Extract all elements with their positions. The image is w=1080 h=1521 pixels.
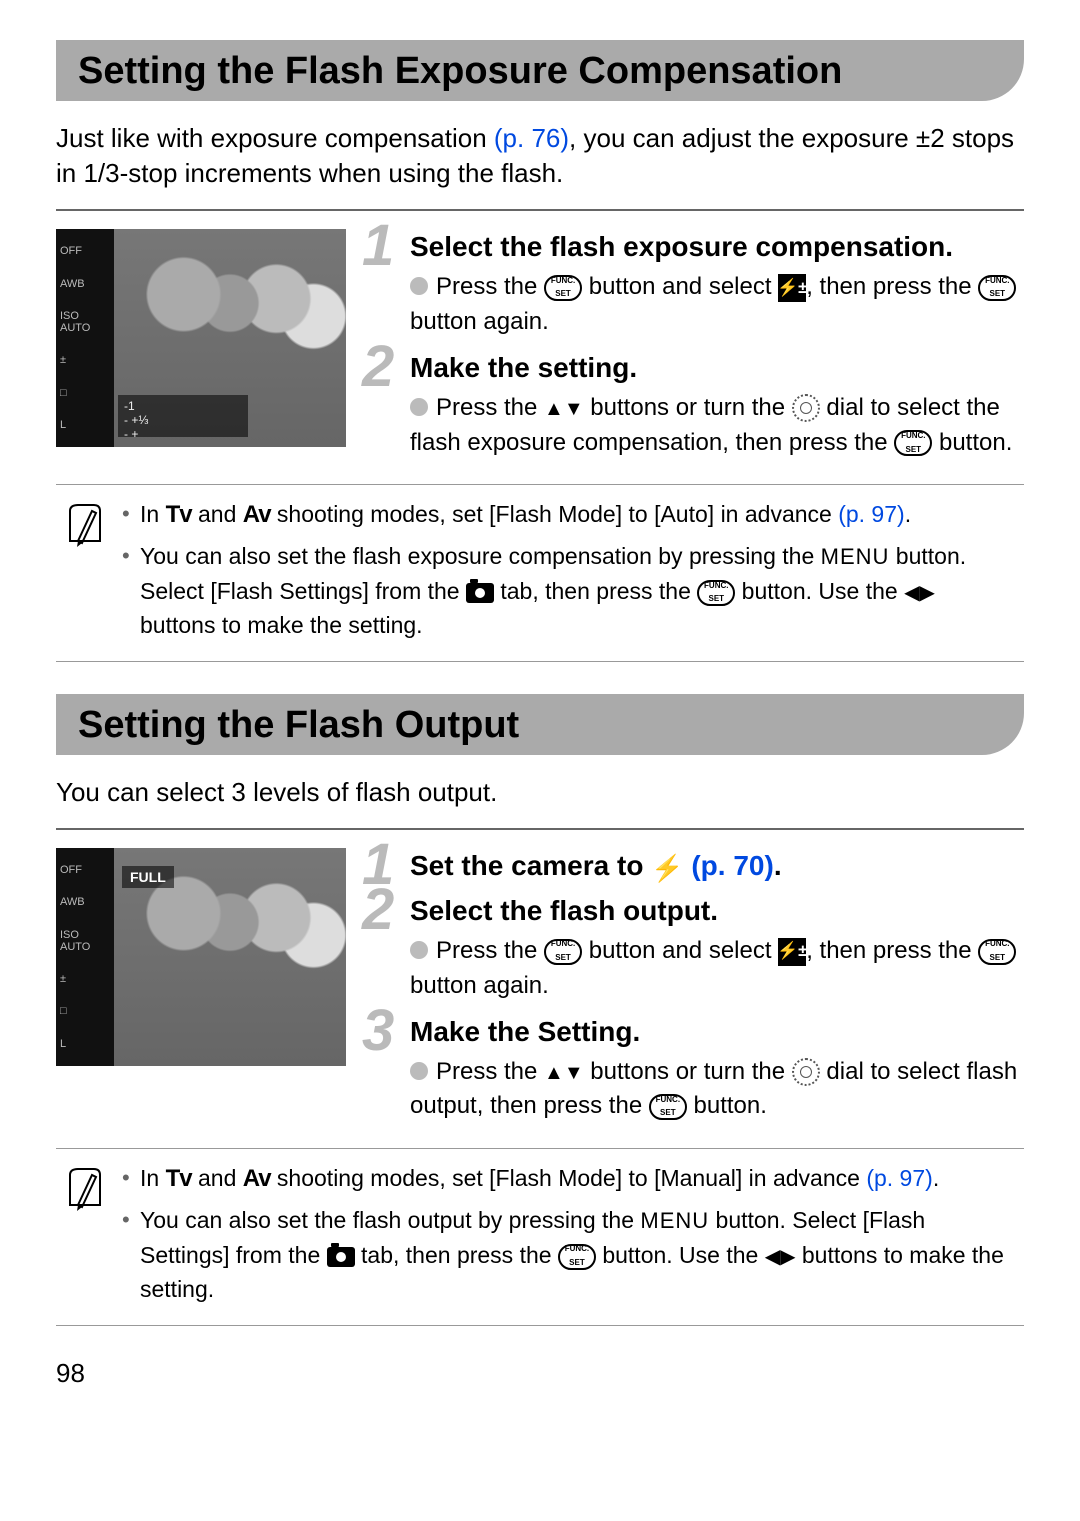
menu-button-text: MENU — [640, 1208, 709, 1233]
page-number: 98 — [56, 1358, 1024, 1389]
flash-icon: ⚡ — [651, 852, 683, 885]
thumb-ev-scale: -1 - +⅓ - + — [118, 395, 248, 437]
bullet-icon — [410, 398, 428, 416]
page-ref-97[interactable]: (p. 97) — [866, 1165, 932, 1191]
section-header-flash-output: Setting the Flash Output — [56, 694, 1024, 755]
step-2-title: Make the setting. — [410, 350, 1024, 385]
page-ref-76[interactable]: (p. 76) — [494, 123, 569, 153]
steps-column: 1 Select the flash exposure compensation… — [368, 229, 1024, 470]
bullet-icon — [410, 941, 428, 959]
note-pencil-icon — [64, 501, 112, 554]
bullet-icon — [410, 1062, 428, 1080]
func-set-icon: FUNC.SET — [697, 580, 735, 606]
func-set-icon: FUNC.SET — [978, 275, 1016, 301]
func-set-icon: FUNC.SET — [894, 430, 932, 456]
step-1: 1 Set the camera to ⚡ (p. 70). — [368, 848, 1024, 883]
intro-text-2: You can select 3 levels of flash output. — [56, 775, 1024, 810]
step-block-2: OFF AWB ISO AUTO ± □ L FULL 1 Set the ca… — [56, 848, 1024, 1134]
steps-column: 1 Set the camera to ⚡ (p. 70). 2 Select … — [368, 848, 1024, 1134]
step-2-body: Press the buttons or turn the dial to se… — [410, 391, 1024, 461]
flash-ev-icon: ⚡± — [778, 274, 806, 302]
up-down-arrows-icon — [544, 394, 584, 421]
manual-page: Setting the Flash Exposure Compensation … — [0, 0, 1080, 1419]
note-item: You can also set the flash exposure comp… — [122, 539, 1016, 643]
page-ref-70[interactable]: (p. 70) — [691, 850, 773, 881]
step-number-1: 1 — [362, 217, 394, 275]
func-set-icon: FUNC.SET — [649, 1094, 687, 1120]
note-item: In Tv and Av shooting modes, set [Flash … — [122, 1161, 1016, 1197]
up-down-arrows-icon — [544, 1058, 584, 1085]
left-right-arrows-icon — [765, 1242, 796, 1268]
func-set-icon: FUNC.SET — [544, 939, 582, 965]
example-image-flash-output: OFF AWB ISO AUTO ± □ L FULL — [56, 848, 346, 1066]
thumb-sidebar: OFF AWB ISO AUTO ± □ L — [56, 848, 114, 1066]
step-2-title: Select the flash output. — [410, 893, 1024, 928]
step-3: 3 Make the Setting. Press the buttons or… — [368, 1014, 1024, 1125]
av-mode-icon: Av — [243, 1165, 271, 1192]
func-set-icon: FUNC.SET — [978, 939, 1016, 965]
note-box-1: In Tv and Av shooting modes, set [Flash … — [56, 484, 1024, 662]
step-1-title: Set the camera to ⚡ (p. 70). — [410, 848, 1024, 883]
thumb-full-label: FULL — [122, 866, 174, 888]
func-set-icon: FUNC.SET — [544, 275, 582, 301]
step-number-3: 3 — [362, 1002, 394, 1060]
intro-text-1: Just like with exposure compensation (p.… — [56, 121, 1024, 191]
example-image-flash-ev: OFF AWB ISO AUTO ± □ L -1 - +⅓ - + — [56, 229, 346, 447]
divider — [56, 209, 1024, 211]
bullet-icon — [410, 277, 428, 295]
step-3-title: Make the Setting. — [410, 1014, 1024, 1049]
step-number-2: 2 — [362, 881, 394, 939]
step-1-title: Select the flash exposure compensation. — [410, 229, 1024, 264]
menu-button-text: MENU — [821, 544, 890, 569]
note-pencil-icon — [64, 1165, 112, 1218]
control-dial-icon — [792, 394, 820, 422]
step-3-body: Press the buttons or turn the dial to se… — [410, 1055, 1024, 1125]
section-header-flash-exposure-comp: Setting the Flash Exposure Compensation — [56, 40, 1024, 101]
page-ref-97[interactable]: (p. 97) — [838, 501, 904, 527]
flash-ev-icon: ⚡± — [778, 938, 806, 966]
tv-mode-icon: Tv — [166, 501, 192, 528]
step-1: 1 Select the flash exposure compensation… — [368, 229, 1024, 340]
step-2-body: Press the FUNC.SET button and select ⚡±,… — [410, 934, 1024, 1004]
section-title: Setting the Flash Output — [78, 704, 1002, 747]
left-right-arrows-icon — [904, 578, 935, 604]
note-list: In Tv and Av shooting modes, set [Flash … — [122, 1161, 1016, 1313]
control-dial-icon — [792, 1058, 820, 1086]
note-item: In Tv and Av shooting modes, set [Flash … — [122, 497, 1016, 533]
step-number-2: 2 — [362, 338, 394, 396]
step-2: 2 Select the flash output. Press the FUN… — [368, 893, 1024, 1004]
tv-mode-icon: Tv — [166, 1165, 192, 1192]
av-mode-icon: Av — [243, 501, 271, 528]
step-1-body: Press the FUNC.SET button and select ⚡±,… — [410, 270, 1024, 340]
step-2: 2 Make the setting. Press the buttons or… — [368, 350, 1024, 461]
step-block-1: OFF AWB ISO AUTO ± □ L -1 - +⅓ - + 1 Sel… — [56, 229, 1024, 470]
note-list: In Tv and Av shooting modes, set [Flash … — [122, 497, 1016, 649]
thumb-sidebar: OFF AWB ISO AUTO ± □ L — [56, 229, 114, 447]
camera-tab-icon — [327, 1247, 355, 1267]
note-item: You can also set the flash output by pre… — [122, 1203, 1016, 1307]
note-box-2: In Tv and Av shooting modes, set [Flash … — [56, 1148, 1024, 1326]
func-set-icon: FUNC.SET — [558, 1244, 596, 1270]
divider — [56, 828, 1024, 830]
camera-tab-icon — [466, 583, 494, 603]
section-title: Setting the Flash Exposure Compensation — [78, 50, 1002, 93]
